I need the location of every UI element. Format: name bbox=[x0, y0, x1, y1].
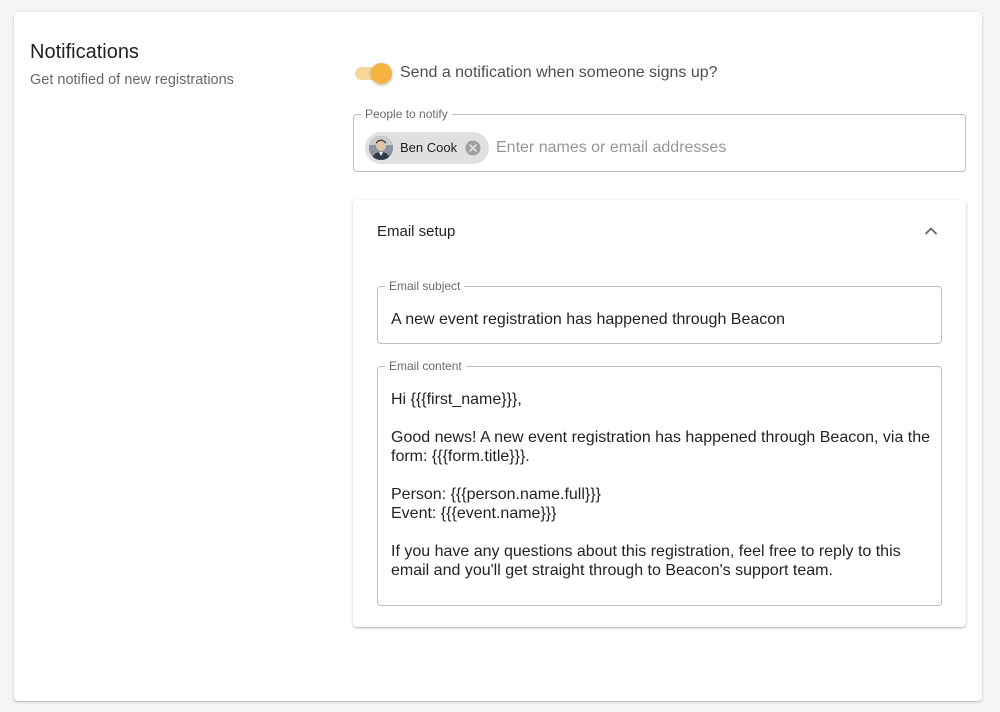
email-setup-title: Email setup bbox=[377, 223, 456, 240]
notifications-card: Notifications Get notified of new regist… bbox=[14, 12, 982, 701]
recipient-chip[interactable]: Ben Cook bbox=[365, 132, 489, 164]
email-setup-header[interactable]: Email setup bbox=[353, 200, 966, 264]
email-content-field[interactable]: Email content Hi {{{first_name}}}, Good … bbox=[377, 360, 942, 606]
people-to-notify-field[interactable]: People to notify Ben Cook bbox=[353, 108, 966, 172]
email-setup-panel: Email setup Email subject Email content … bbox=[353, 200, 966, 627]
person-avatar-photo bbox=[369, 136, 393, 160]
email-subject-legend: Email subject bbox=[389, 279, 461, 293]
toggle-thumb bbox=[371, 63, 392, 84]
section-subtitle: Get notified of new registrations bbox=[30, 72, 234, 88]
email-subject-field[interactable]: Email subject bbox=[377, 280, 942, 344]
section-title: Notifications bbox=[30, 41, 139, 63]
cancel-icon[interactable] bbox=[464, 139, 482, 157]
email-content-legend: Email content bbox=[389, 359, 462, 373]
chevron-up-icon[interactable] bbox=[921, 221, 941, 241]
people-search-input[interactable] bbox=[496, 131, 936, 165]
people-to-notify-legend: People to notify bbox=[365, 107, 448, 121]
notify-toggle-switch[interactable] bbox=[354, 62, 392, 84]
email-subject-input[interactable] bbox=[391, 308, 926, 332]
recipient-chip-label: Ben Cook bbox=[400, 140, 458, 155]
email-content-textarea[interactable]: Hi {{{first_name}}}, Good news! A new ev… bbox=[391, 390, 931, 595]
notify-toggle-label[interactable]: Send a notification when someone signs u… bbox=[400, 64, 718, 82]
